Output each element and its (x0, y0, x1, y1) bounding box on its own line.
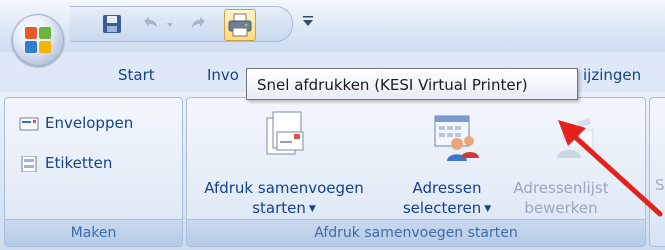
tab-wijzigingen[interactable]: ijzingen (583, 66, 641, 84)
quick-print-tooltip: Snel afdrukken (KESI Virtual Printer) (246, 68, 578, 100)
start-mail-merge-button[interactable]: Afdruk samenvoegen starten ▼ (195, 178, 373, 219)
save-icon[interactable] (100, 12, 124, 36)
group-afdruk-label: Afdruk samenvoegen starten (187, 219, 645, 246)
office-button[interactable] (12, 14, 64, 66)
envelopes-label: Enveloppen (45, 114, 134, 132)
start-mail-merge-line2: starten (252, 199, 306, 217)
customize-dropdown-icon[interactable] (302, 14, 314, 28)
office-logo-icon (25, 27, 51, 53)
select-recipients-button[interactable]: Adressen selecteren ▼ (397, 178, 497, 219)
chevron-down-icon: ▼ (484, 203, 492, 214)
envelope-icon (19, 117, 39, 131)
annotation-arrow-icon (558, 120, 663, 217)
quick-print-icon (228, 13, 252, 37)
tab-invoegen[interactable]: Invo (207, 66, 239, 84)
labels-icon (21, 156, 37, 172)
chevron-down-icon: ▼ (308, 203, 316, 214)
select-recipients-line1: Adressen (412, 179, 482, 197)
mail-merge-document-icon (266, 111, 304, 155)
tab-start[interactable]: Start (118, 66, 155, 84)
group-maken-label: Maken (5, 219, 182, 246)
address-book-icon (434, 115, 479, 161)
quick-access-toolbar (70, 6, 293, 42)
group-maken: Enveloppen Etiketten Maken (4, 97, 183, 247)
redo-icon[interactable] (187, 12, 211, 36)
select-recipients-line2: selecteren (402, 199, 482, 217)
undo-dropdown-icon[interactable] (166, 21, 174, 29)
labels-label: Etiketten (45, 154, 113, 172)
quick-print-button[interactable] (224, 9, 256, 41)
start-mail-merge-line1: Afdruk samenvoegen (204, 179, 364, 197)
undo-icon[interactable] (138, 12, 162, 36)
